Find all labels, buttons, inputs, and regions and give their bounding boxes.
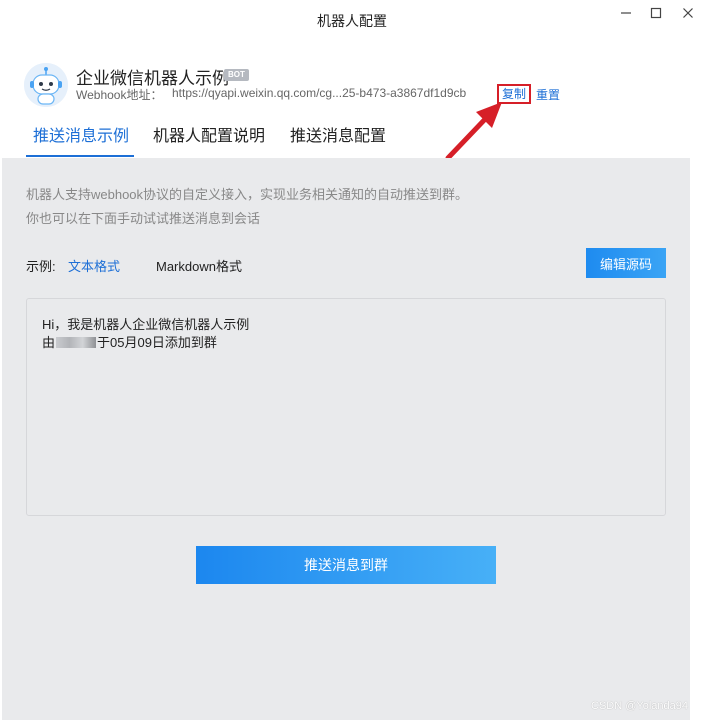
- message-line-2-suffix: 于05月09日添加到群: [97, 335, 217, 350]
- minimize-icon[interactable]: [612, 4, 640, 22]
- format-markdown-option[interactable]: Markdown格式: [156, 256, 242, 275]
- annotation-arrow-icon: [445, 102, 502, 161]
- tab-push-config[interactable]: 推送消息配置: [290, 122, 386, 146]
- redacted-name: [56, 337, 97, 348]
- example-label: 示例:: [26, 259, 56, 274]
- active-tab-indicator: [26, 155, 134, 157]
- window-title: 机器人配置: [317, 13, 387, 29]
- bot-badge: BOT: [224, 69, 249, 81]
- message-line-2: 由 于05月09日添加到群: [42, 332, 217, 351]
- reset-link[interactable]: 重置: [536, 86, 560, 103]
- close-icon[interactable]: [674, 4, 702, 22]
- message-line-2-prefix: 由: [42, 335, 56, 350]
- send-to-group-button[interactable]: 推送消息到群: [196, 546, 496, 584]
- edit-source-button[interactable]: 编辑源码: [586, 248, 666, 278]
- description-line-2: 你也可以在下面手动试试推送消息到会话: [26, 211, 261, 226]
- message-line-1: Hi，我是机器人企业微信机器人示例: [42, 317, 250, 332]
- webhook-label: Webhook地址：: [76, 88, 163, 102]
- robot-avatar-icon: [24, 63, 68, 107]
- webhook-url: https://qyapi.weixin.qq.com/cg...25-b473…: [172, 86, 467, 100]
- tab-push-example[interactable]: 推送消息示例: [33, 122, 129, 146]
- format-text-option[interactable]: 文本格式: [68, 256, 120, 275]
- title-bar: 机器人配置: [0, 0, 704, 40]
- watermark: CSDN @Yolanda94: [591, 700, 688, 712]
- tab-bot-config-guide[interactable]: 机器人配置说明: [153, 122, 265, 146]
- description-line-1: 机器人支持webhook协议的自定义接入，实现业务相关通知的自动推送到群。: [26, 187, 469, 202]
- maximize-icon[interactable]: [642, 4, 670, 22]
